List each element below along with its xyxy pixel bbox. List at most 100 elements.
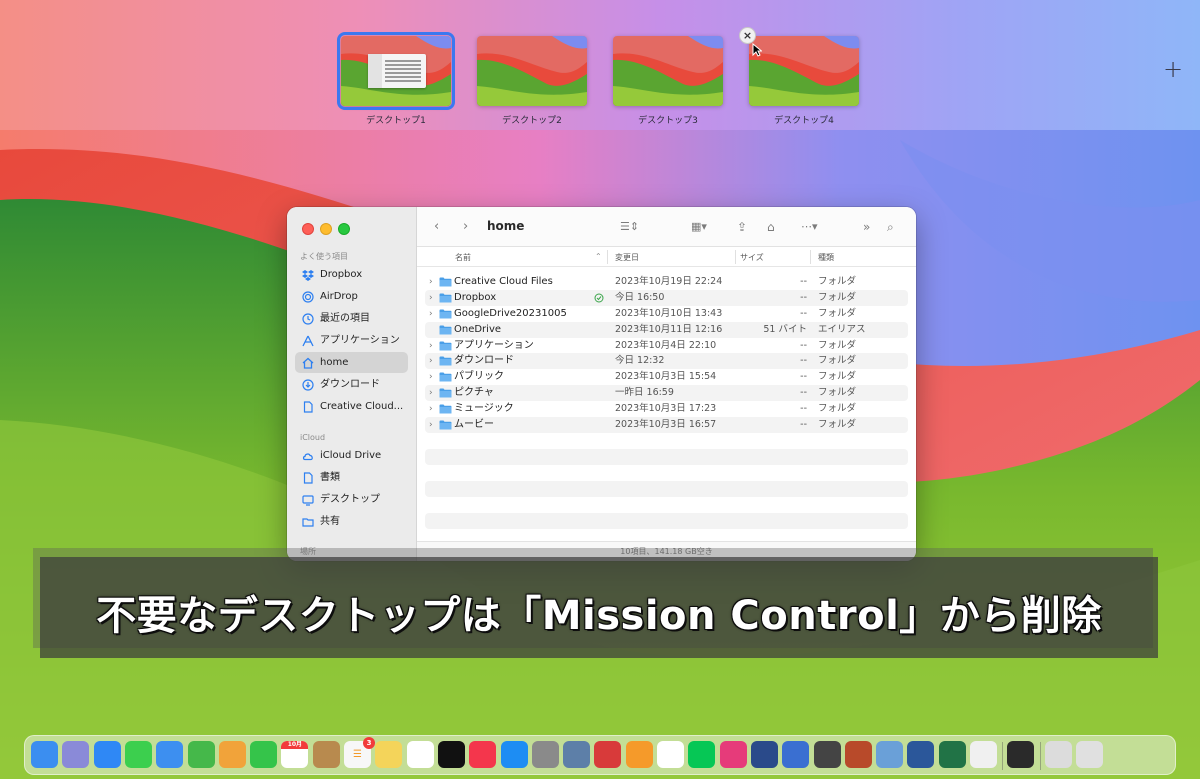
tag-icon[interactable]: ⌂: [767, 219, 775, 235]
search-icon[interactable]: ⌕: [887, 219, 894, 235]
sidebar-item-creative-cloud[interactable]: Creative Cloud...: [295, 396, 408, 417]
column-name[interactable]: 名前: [455, 252, 471, 263]
mail-icon[interactable]: [156, 741, 184, 768]
close-space-button[interactable]: ×: [739, 27, 756, 44]
file-row[interactable]: › Creative Cloud Files 2023年10月19日 22:24 --…: [417, 274, 916, 290]
disclosure-chevron-icon[interactable]: ›: [429, 419, 433, 431]
excel-icon[interactable]: [938, 741, 966, 768]
app-icon[interactable]: [844, 741, 872, 768]
column-size[interactable]: サイズ: [740, 252, 764, 263]
notes-icon[interactable]: [375, 741, 403, 768]
column-modified[interactable]: 変更日: [615, 252, 639, 263]
folder-icon: [439, 341, 452, 351]
contacts-icon[interactable]: [312, 741, 340, 768]
zoom-window-button[interactable]: [338, 223, 350, 235]
forward-chevron-icon[interactable]: ›: [463, 219, 468, 235]
maps-icon[interactable]: [187, 741, 215, 768]
safari-icon[interactable]: [93, 741, 121, 768]
file-row[interactable]: OneDrive 2023年10月11日 12:16 51 バイト エイリアス: [417, 321, 916, 338]
finder-icon[interactable]: [31, 741, 58, 768]
disclosure-chevron-icon[interactable]: ›: [429, 403, 433, 415]
disclosure-chevron-icon[interactable]: ›: [429, 276, 433, 288]
space-label: デスクトップ2: [502, 116, 562, 126]
add-space-button[interactable]: +: [1162, 57, 1184, 81]
disclosure-chevron-icon[interactable]: ›: [429, 387, 433, 399]
disclosure-chevron-icon[interactable]: ›: [429, 371, 433, 383]
more-actions-icon[interactable]: ⋯▾: [801, 219, 818, 235]
folder-icon: [439, 420, 452, 430]
file-row[interactable]: › パブリック 2023年10月3日 15:54 -- フォルダ: [417, 369, 916, 385]
share-icon[interactable]: ⇪: [737, 219, 747, 235]
folder-icon: [439, 404, 452, 414]
apple-tv-icon[interactable]: [437, 741, 465, 768]
preview-icon[interactable]: [563, 741, 591, 768]
music-icon[interactable]: [469, 741, 497, 768]
chrome-icon[interactable]: [657, 741, 684, 768]
home-icon: [302, 357, 314, 369]
textedit-icon[interactable]: [970, 741, 997, 768]
system-settings-icon[interactable]: [531, 741, 559, 768]
affinity-icon[interactable]: [719, 741, 747, 768]
file-row[interactable]: › GoogleDrive20231005 2023年10月10日 13:43 -- フ…: [417, 306, 916, 322]
finder-window[interactable]: よく使う項目 Dropbox AirDrop 最近の項目 アプリケーション ho…: [287, 207, 916, 561]
messages-icon[interactable]: [124, 741, 152, 768]
group-view-icon[interactable]: ▦▾: [691, 219, 707, 235]
app-store-icon[interactable]: [500, 741, 528, 768]
app-icon[interactable]: [782, 741, 810, 768]
calendar-icon[interactable]: 10月 23: [281, 741, 309, 768]
sidebar-item-documents[interactable]: 書類: [295, 467, 408, 488]
downloads-stack-icon[interactable]: [1044, 741, 1072, 768]
word-icon[interactable]: [907, 741, 935, 768]
space-thumbnail[interactable]: [337, 32, 455, 110]
sidebar-item-downloads[interactable]: ダウンロード: [295, 374, 408, 395]
space-thumbnail[interactable]: [613, 36, 723, 106]
space-desktop-2[interactable]: デスクトップ2: [477, 36, 587, 126]
app-icon[interactable]: [750, 741, 778, 768]
sidebar-item-shared[interactable]: 共有: [295, 511, 408, 532]
sidebar-item-desktop[interactable]: デスクトップ: [295, 489, 408, 510]
folder-icon: [439, 277, 452, 287]
sidebar-item-airdrop[interactable]: AirDrop: [295, 286, 408, 307]
sidebar-item-dropbox[interactable]: Dropbox: [295, 264, 408, 285]
minimize-window-button[interactable]: [320, 223, 332, 235]
space-desktop-1[interactable]: デスクトップ1: [337, 32, 455, 126]
file-row[interactable]: › アプリケーション 2023年10月4日 22:10 -- フォルダ: [417, 338, 916, 354]
reminders-icon[interactable]: ☰ 3: [344, 737, 375, 768]
list-view-icon[interactable]: ☰⇕: [620, 219, 639, 235]
freeform-icon[interactable]: [406, 741, 434, 768]
column-kind[interactable]: 種類: [818, 252, 834, 263]
disclosure-chevron-icon[interactable]: ›: [429, 340, 433, 352]
file-row[interactable]: › ダウンロード 今日 12:32 -- フォルダ: [417, 353, 916, 370]
dock: 10月 23 ☰ 3: [24, 735, 1176, 775]
space-desktop-4[interactable]: デスクトップ4: [749, 36, 859, 126]
sidebar-item-applications[interactable]: アプリケーション: [295, 330, 408, 351]
photos-icon[interactable]: [218, 741, 246, 768]
terminal-icon[interactable]: [813, 741, 841, 768]
back-chevron-icon[interactable]: ‹: [434, 219, 439, 235]
photo-booth-icon[interactable]: [594, 741, 622, 768]
facetime-icon[interactable]: [250, 741, 278, 768]
folder-icon: [439, 293, 452, 303]
file-row[interactable]: › ピクチャ 一昨日 16:59 -- フォルダ: [417, 385, 916, 402]
sidebar-item-icloud-drive[interactable]: iCloud Drive: [295, 445, 408, 466]
file-row[interactable]: › ムービー 2023年10月3日 16:57 -- フォルダ: [417, 417, 916, 433]
sidebar-item-recents[interactable]: 最近の項目: [295, 308, 408, 329]
toolbar-overflow-icon[interactable]: »: [863, 219, 870, 235]
line-icon[interactable]: [688, 741, 716, 768]
file-size: --: [800, 307, 807, 319]
disclosure-chevron-icon[interactable]: ›: [429, 308, 433, 320]
trash-icon[interactable]: [1075, 741, 1103, 768]
launchpad-icon[interactable]: [62, 741, 90, 768]
space-desktop-3[interactable]: デスクトップ3: [613, 36, 723, 126]
quicktime-icon[interactable]: [1007, 741, 1035, 768]
disclosure-chevron-icon[interactable]: ›: [429, 355, 433, 367]
close-window-button[interactable]: [302, 223, 314, 235]
pages-icon[interactable]: [625, 741, 653, 768]
space-thumbnail[interactable]: [749, 36, 859, 106]
file-row[interactable]: › ミュージック 2023年10月3日 17:23 -- フォルダ: [417, 401, 916, 417]
preview-icon[interactable]: [876, 741, 904, 768]
sidebar-item-home[interactable]: home: [295, 352, 408, 373]
space-thumbnail[interactable]: [477, 36, 587, 106]
file-row[interactable]: › Dropbox 今日 16:50 -- フォルダ: [417, 289, 916, 306]
disclosure-chevron-icon[interactable]: ›: [429, 292, 433, 304]
